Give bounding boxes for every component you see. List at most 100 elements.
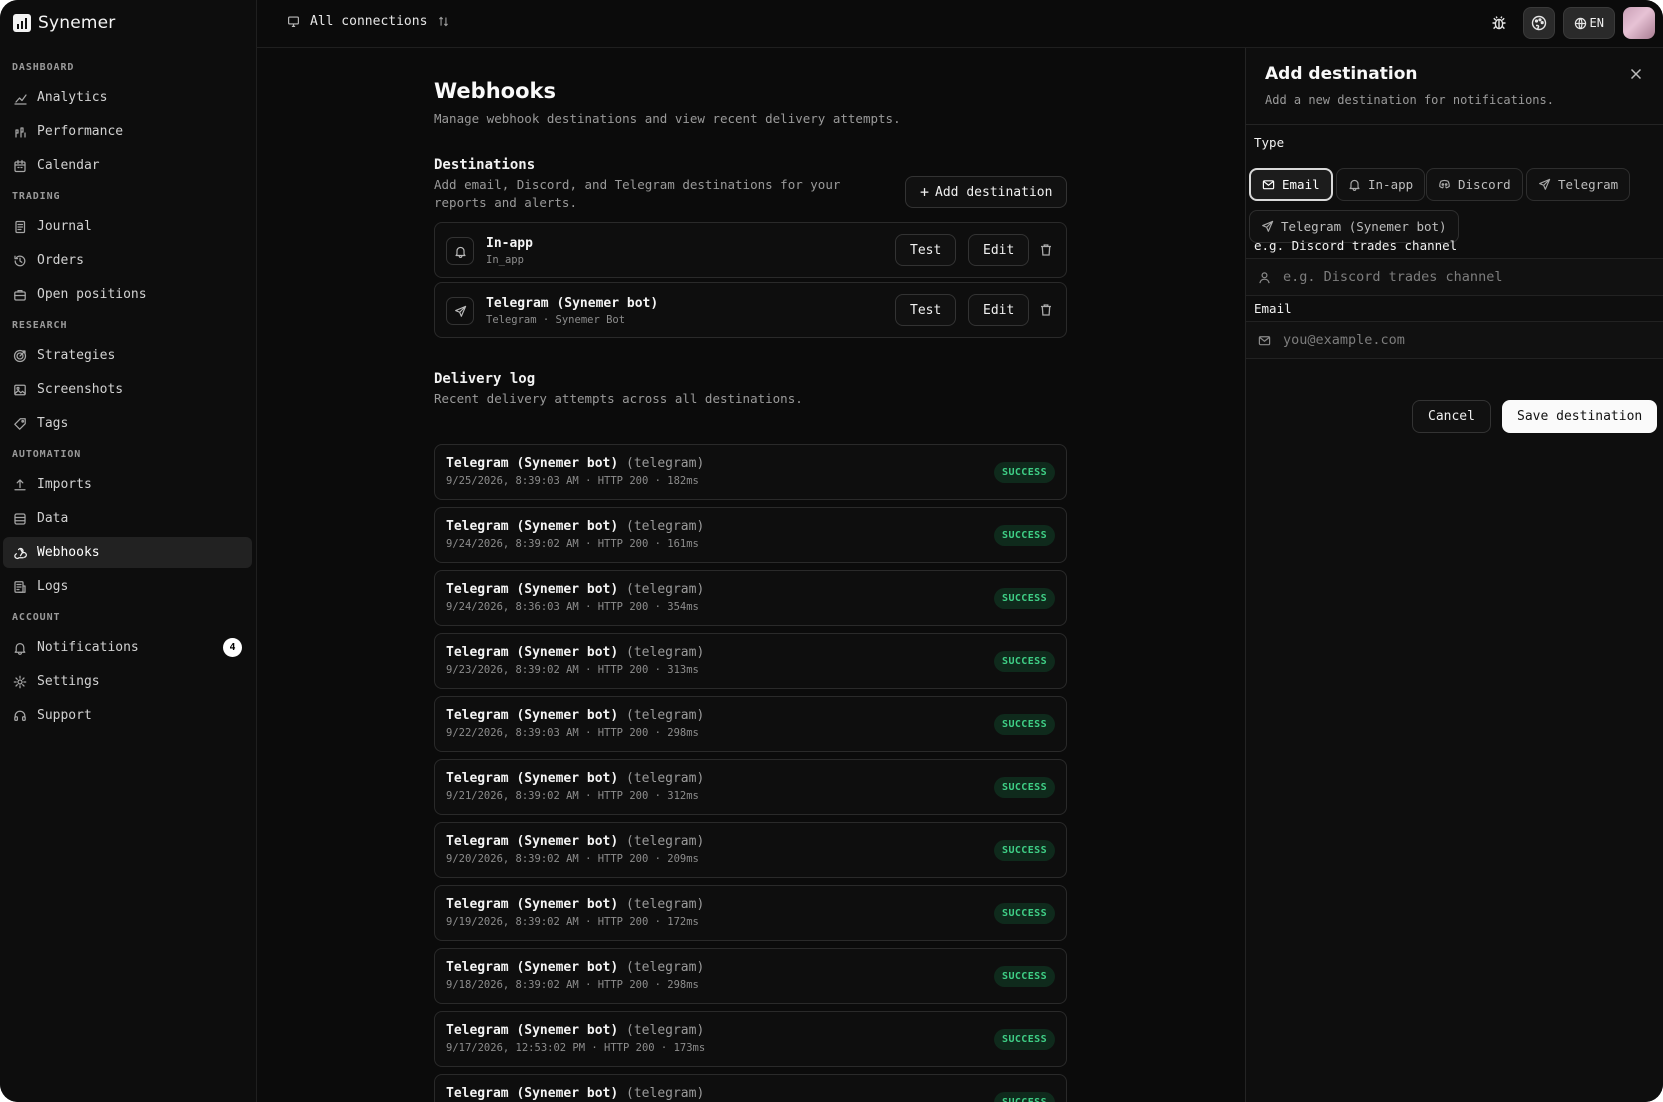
edit-button[interactable]: Edit	[968, 294, 1030, 326]
performance-icon-wrap	[13, 125, 27, 139]
tag-icon	[14, 417, 26, 430]
sidebar-item-label: Journal	[37, 219, 92, 234]
delivery-log-row[interactable]: Telegram (Synemer bot) (telegram) SUCCESS	[434, 1074, 1067, 1102]
log-title: Telegram (Synemer bot) (telegram)	[446, 456, 704, 471]
type-option-in-app[interactable]: In-app	[1336, 168, 1426, 201]
cancel-button[interactable]: Cancel	[1412, 400, 1491, 433]
tag-icon-wrap	[13, 417, 27, 431]
delivery-log-row[interactable]: Telegram (Synemer bot) (telegram) 9/24/20…	[434, 507, 1067, 563]
type-option-label: Telegram (Synemer bot)	[1281, 219, 1447, 234]
palette-icon	[1531, 15, 1546, 31]
delivery-log-row[interactable]: Telegram (Synemer bot) (telegram) 9/17/20…	[434, 1011, 1067, 1067]
delivery-log-row[interactable]: Telegram (Synemer bot) (telegram) 9/19/20…	[434, 885, 1067, 941]
sidebar-item-support[interactable]: Support	[3, 700, 252, 731]
test-button[interactable]: Test	[895, 294, 957, 326]
headset-icon-wrap	[13, 709, 27, 723]
nav-section-automation: AUTOMATION	[12, 449, 82, 460]
log-channel: (telegram)	[626, 897, 705, 912]
sidebar-item-label: Open positions	[37, 287, 147, 302]
log-meta: 9/17/2026, 12:53:02 PM · HTTP 200 · 173m…	[446, 1042, 706, 1054]
delete-destination-button[interactable]	[1038, 302, 1054, 318]
log-meta: 9/25/2026, 8:39:03 AM · HTTP 200 · 182ms	[446, 475, 699, 487]
log-meta: 9/20/2026, 8:39:02 AM · HTTP 200 · 209ms	[446, 853, 699, 865]
log-title: Telegram (Synemer bot) (telegram)	[446, 834, 704, 849]
sidebar-item-screenshots[interactable]: Screenshots	[3, 374, 252, 405]
save-destination-button[interactable]: Save destination	[1502, 400, 1658, 433]
sidebar-item-imports[interactable]: Imports	[3, 469, 252, 500]
send-icon	[1539, 178, 1551, 190]
log-title: Telegram (Synemer bot) (telegram)	[446, 708, 704, 723]
theme-button[interactable]	[1522, 7, 1555, 39]
edit-button[interactable]: Edit	[968, 234, 1030, 266]
email-input[interactable]: you@example.com	[1246, 321, 1663, 359]
bell-icon-wrap	[13, 641, 27, 655]
delivery-log-row[interactable]: Telegram (Synemer bot) (telegram) 9/21/20…	[434, 759, 1067, 815]
user-icon	[1259, 271, 1270, 283]
destination-card: In-app In_app Test Edit	[434, 222, 1067, 278]
log-meta: 9/24/2026, 8:36:03 AM · HTTP 200 · 354ms	[446, 601, 699, 613]
close-drawer-button[interactable]	[1628, 66, 1644, 82]
add-destination-label: Add destination	[935, 184, 1053, 200]
sidebar-item-calendar[interactable]: Calendar	[3, 150, 252, 181]
avatar[interactable]	[1623, 7, 1655, 39]
type-option-discord[interactable]: Discord	[1426, 168, 1523, 201]
delete-destination-button[interactable]	[1038, 242, 1054, 258]
sidebar-item-logs[interactable]: Logs	[3, 571, 252, 602]
type-option-label: Telegram	[1558, 177, 1619, 192]
log-destination-name: Telegram (Synemer bot)	[446, 456, 619, 471]
delivery-log-row[interactable]: Telegram (Synemer bot) (telegram) 9/22/20…	[434, 696, 1067, 752]
sidebar-item-label: Tags	[37, 416, 69, 431]
sidebar-item-settings[interactable]: Settings	[3, 666, 252, 697]
sidebar-item-open-positions[interactable]: Open positions	[3, 279, 252, 310]
sidebar-item-webhooks[interactable]: Webhooks	[3, 537, 252, 568]
status-badge: SUCCESS	[994, 840, 1055, 861]
add-destination-button[interactable]: + Add destination	[905, 176, 1068, 208]
delivery-log-row[interactable]: Telegram (Synemer bot) (telegram) 9/23/20…	[434, 633, 1067, 689]
delivery-log-title: Delivery log	[434, 371, 536, 387]
globe-icon	[1574, 17, 1586, 29]
delivery-log-row[interactable]: Telegram (Synemer bot) (telegram) 9/24/20…	[434, 570, 1067, 626]
brand[interactable]: Synemer	[13, 11, 116, 35]
sidebar-item-label: Performance	[37, 124, 124, 139]
log-meta: 9/23/2026, 8:39:02 AM · HTTP 200 · 313ms	[446, 664, 699, 676]
sidebar-item-journal[interactable]: Journal	[3, 211, 252, 242]
sidebar-item-data[interactable]: Data	[3, 503, 252, 534]
type-option-label: In-app	[1368, 177, 1414, 192]
topbar: All connections EN	[257, 0, 1663, 48]
type-option-telegram[interactable]: Telegram	[1526, 168, 1631, 201]
log-title: Telegram (Synemer bot) (telegram)	[446, 897, 704, 912]
bug-report-button[interactable]	[1483, 7, 1515, 39]
sidebar-item-performance[interactable]: Performance	[3, 116, 252, 147]
destination-card: Telegram (Synemer bot) Telegram · Synemer…	[434, 282, 1067, 338]
destinations-title: Destinations	[434, 157, 536, 173]
status-badge: SUCCESS	[994, 714, 1055, 735]
log-destination-name: Telegram (Synemer bot)	[446, 519, 619, 534]
nav-section-account: ACCOUNT	[12, 612, 61, 623]
upload-icon	[14, 478, 26, 490]
log-channel: (telegram)	[626, 519, 705, 534]
sidebar-item-orders[interactable]: Orders	[3, 245, 252, 276]
log-title: Telegram (Synemer bot) (telegram)	[446, 645, 704, 660]
type-option-email[interactable]: Email	[1249, 168, 1333, 201]
log-meta: 9/21/2026, 8:39:02 AM · HTTP 200 · 312ms	[446, 790, 699, 802]
delivery-log-row[interactable]: Telegram (Synemer bot) (telegram) 9/20/20…	[434, 822, 1067, 878]
bell-icon	[14, 642, 26, 655]
sidebar-item-notifications[interactable]: Notifications 4	[3, 632, 252, 663]
destination-meta: Telegram · Synemer Bot	[486, 314, 626, 326]
test-button[interactable]: Test	[895, 234, 957, 266]
page-title: Webhooks	[434, 79, 556, 103]
sidebar-item-analytics[interactable]: Analytics	[3, 82, 252, 113]
calendar-icon-wrap	[13, 159, 27, 173]
name-input[interactable]: e.g. Discord trades channel	[1246, 258, 1663, 296]
delivery-log-row[interactable]: Telegram (Synemer bot) (telegram) 9/18/20…	[434, 948, 1067, 1004]
sidebar-item-strategies[interactable]: Strategies	[3, 340, 252, 371]
connection-selector[interactable]: All connections	[287, 14, 450, 29]
delivery-log-row[interactable]: Telegram (Synemer bot) (telegram) 9/25/20…	[434, 444, 1067, 500]
log-destination-name: Telegram (Synemer bot)	[446, 582, 619, 597]
sidebar-item-label: Orders	[37, 253, 84, 268]
sidebar-item-tags[interactable]: Tags	[3, 408, 252, 439]
brand-logo-icon	[13, 14, 31, 32]
language-button[interactable]: EN	[1562, 7, 1615, 39]
webhook-icon-wrap	[13, 546, 27, 560]
log-destination-name: Telegram (Synemer bot)	[446, 1023, 619, 1038]
